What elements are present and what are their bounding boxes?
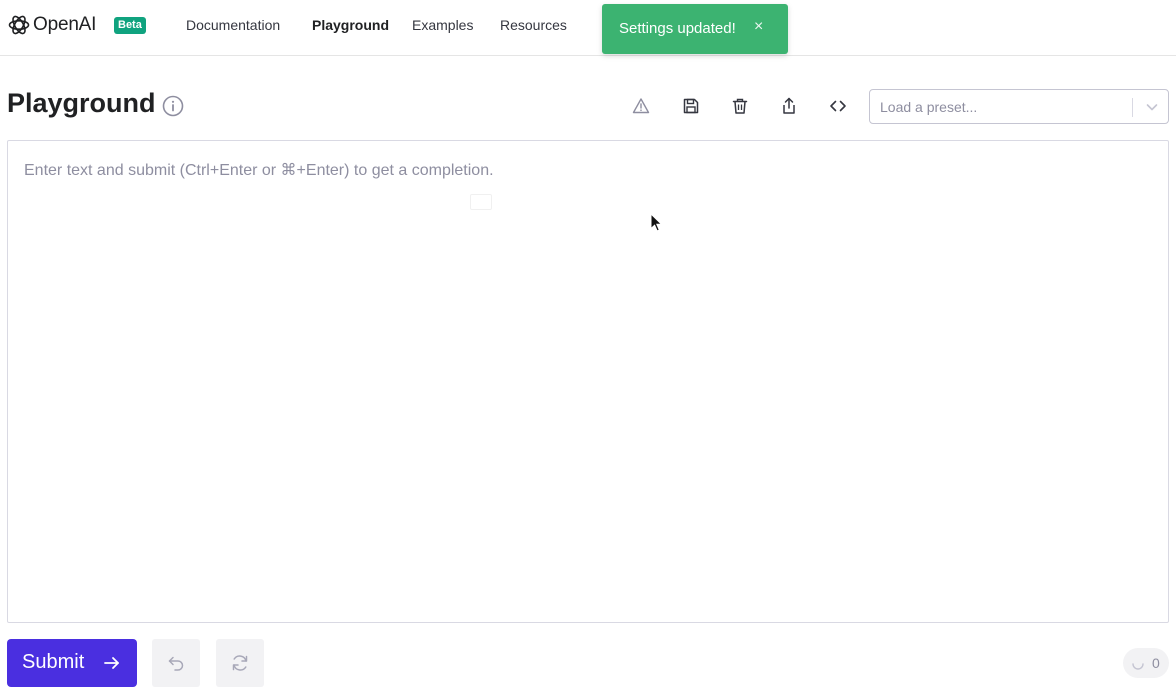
- save-icon: [683, 98, 699, 114]
- arrow-right-icon: [104, 657, 119, 669]
- openai-logo-icon: [8, 15, 30, 35]
- trash-icon: [732, 98, 748, 114]
- openai-logo[interactable]: OpenAI: [7, 13, 96, 37]
- chevron-down-icon[interactable]: [1144, 99, 1160, 115]
- logo-text: OpenAI: [33, 14, 97, 35]
- undo-button[interactable]: [152, 639, 200, 687]
- editor-placeholder: Enter text and submit (Ctrl+Enter or ⌘+E…: [24, 162, 494, 179]
- token-count: 0: [1152, 655, 1160, 671]
- refresh-icon: [232, 655, 248, 671]
- nav-playground[interactable]: Playground: [312, 17, 389, 33]
- share-button[interactable]: [776, 94, 802, 118]
- prompt-editor[interactable]: Enter text and submit (Ctrl+Enter or ⌘+E…: [7, 140, 1169, 623]
- preset-placeholder: Load a preset...: [880, 99, 978, 115]
- warning-button[interactable]: [628, 94, 654, 118]
- delete-button[interactable]: [727, 94, 753, 118]
- preset-divider: [1132, 98, 1133, 117]
- settings-toast: Settings updated! ×: [602, 4, 788, 54]
- info-icon[interactable]: [162, 95, 184, 117]
- nav-examples[interactable]: Examples: [412, 17, 473, 33]
- mouse-cursor-icon: [650, 213, 663, 232]
- editor-ghost-element: [470, 194, 492, 210]
- page-title: Playground: [7, 88, 156, 118]
- preset-select[interactable]: Load a preset...: [869, 89, 1169, 124]
- top-nav-bar: OpenAI Beta Documentation Playground Exa…: [0, 0, 1176, 56]
- warning-icon: [632, 98, 650, 114]
- view-code-button[interactable]: [825, 94, 851, 118]
- save-button[interactable]: [678, 94, 704, 118]
- spinner-icon: [1132, 663, 1144, 670]
- submit-label: Submit: [22, 651, 85, 673]
- toast-message: Settings updated!: [619, 20, 736, 37]
- beta-badge: Beta: [114, 17, 146, 34]
- toast-close-icon[interactable]: ×: [754, 18, 763, 36]
- share-icon: [783, 97, 795, 114]
- nav-resources[interactable]: Resources: [500, 17, 567, 33]
- submit-button[interactable]: Submit: [7, 639, 137, 687]
- code-icon: [830, 100, 846, 112]
- nav-documentation[interactable]: Documentation: [186, 17, 280, 33]
- undo-icon: [168, 656, 184, 671]
- regenerate-button[interactable]: [216, 639, 264, 687]
- token-counter: 0: [1123, 648, 1169, 678]
